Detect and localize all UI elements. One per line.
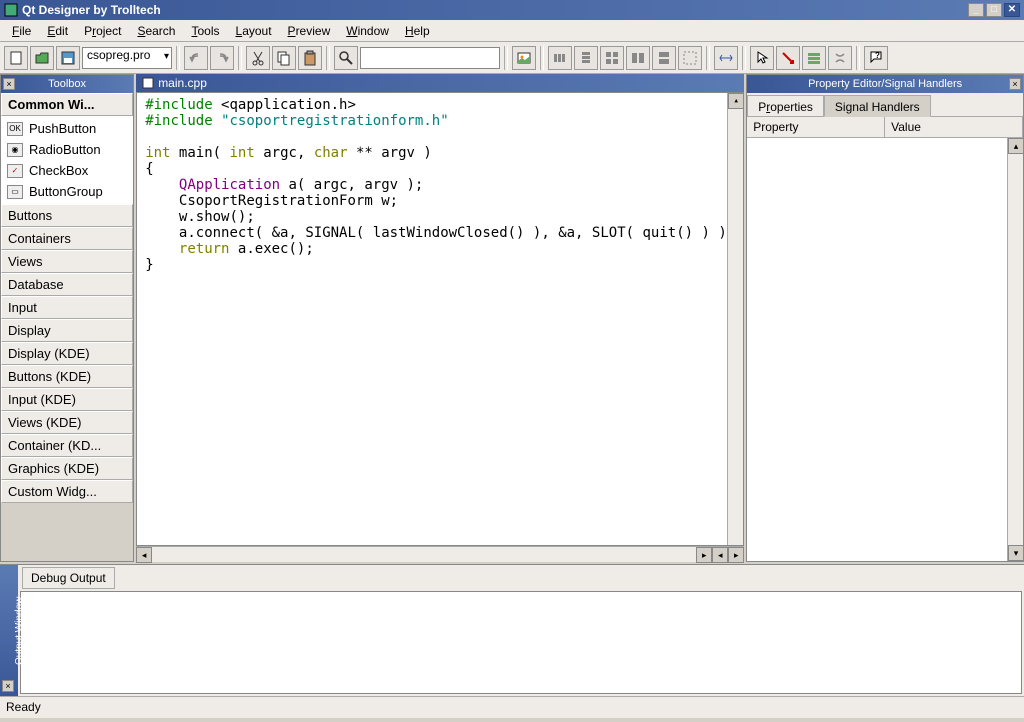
menu-file[interactable]: File [4, 22, 39, 40]
project-combo[interactable]: csopreg.pro [82, 47, 172, 69]
status-text: Ready [6, 700, 41, 714]
maximize-button[interactable]: □ [986, 3, 1002, 17]
toolbox-section-containers[interactable]: Containers [1, 227, 133, 250]
menu-help[interactable]: Help [397, 22, 438, 40]
toolbox-panel: × Toolbox Common Wi... OKPushButton ◉Rad… [0, 74, 134, 562]
property-col-value[interactable]: Value [885, 117, 1023, 137]
layout-v-icon[interactable] [574, 46, 598, 70]
toolbox-close-icon[interactable]: × [3, 78, 15, 90]
file-icon [142, 77, 154, 89]
toolbox-item-checkbox[interactable]: ✓CheckBox [3, 160, 131, 181]
output-side-title: × Output Window [0, 565, 18, 696]
close-button[interactable]: ✕ [1004, 3, 1020, 17]
output-close-icon[interactable]: × [2, 680, 14, 692]
window-titlebar: Qt Designer by Trolltech _ □ ✕ [0, 0, 1024, 20]
toolbox-section-display[interactable]: Display [1, 319, 133, 342]
toolbox-item-buttongroup[interactable]: ▭ButtonGroup [3, 181, 131, 202]
toolbox-items: OKPushButton ◉RadioButton ✓CheckBox ▭But… [1, 116, 133, 204]
toolbox-title: × Toolbox [1, 75, 133, 93]
property-header: Property Value [747, 117, 1023, 138]
tab-signal-handlers[interactable]: Signal Handlers [824, 95, 931, 117]
property-vscrollbar[interactable]: ▴ ▾ [1007, 138, 1023, 561]
toolbox-item-pushbutton[interactable]: OKPushButton [3, 118, 131, 139]
toolbox-section-display-kde[interactable]: Display (KDE) [1, 342, 133, 365]
menu-edit[interactable]: Edit [39, 22, 76, 40]
toolbox-section-common[interactable]: Common Wi... [1, 93, 133, 116]
menubar: File Edit Project Search Tools Layout Pr… [0, 20, 1024, 42]
toolbox-section-custom[interactable]: Custom Widg... [1, 480, 133, 503]
layout-h-icon[interactable] [548, 46, 572, 70]
toolbox-section-container-kde[interactable]: Container (KD... [1, 434, 133, 457]
menu-layout[interactable]: Layout [228, 22, 280, 40]
new-file-icon[interactable] [4, 46, 28, 70]
tab-properties[interactable]: Properties [747, 95, 824, 116]
toolbox-section-buttons[interactable]: Buttons [1, 204, 133, 227]
menu-window[interactable]: Window [338, 22, 397, 40]
property-title: Property Editor/Signal Handlers × [747, 75, 1023, 93]
editor-area: main.cpp #include <qapplication.h>#inclu… [136, 74, 744, 562]
code-editor[interactable]: #include <qapplication.h>#include "csopo… [136, 92, 744, 546]
layout-break-icon[interactable] [678, 46, 702, 70]
search-icon[interactable] [334, 46, 358, 70]
image-icon[interactable] [512, 46, 536, 70]
whatsthis-icon[interactable]: ? [864, 46, 888, 70]
property-body: ▴ ▾ [747, 138, 1023, 561]
layout-split-v-icon[interactable] [652, 46, 676, 70]
tab-order-icon[interactable] [802, 46, 826, 70]
paste-icon[interactable] [298, 46, 322, 70]
property-panel: Property Editor/Signal Handlers × Proper… [746, 74, 1024, 562]
toolbox-section-views[interactable]: Views [1, 250, 133, 273]
toolbox-section-graphics-kde[interactable]: Graphics (KDE) [1, 457, 133, 480]
search-input[interactable] [360, 47, 500, 69]
statusbar: Ready [0, 696, 1024, 718]
toolbar: csopreg.pro ? [0, 42, 1024, 74]
toolbox-item-radiobutton[interactable]: ◉RadioButton [3, 139, 131, 160]
app-icon [4, 3, 18, 17]
toolbox-section-buttons-kde[interactable]: Buttons (KDE) [1, 365, 133, 388]
menu-tools[interactable]: Tools [183, 22, 227, 40]
window-title: Qt Designer by Trolltech [22, 3, 966, 17]
output-body[interactable] [20, 591, 1022, 694]
spacer-icon[interactable] [714, 46, 738, 70]
svg-text:?: ? [875, 51, 880, 60]
buddy-icon[interactable] [828, 46, 852, 70]
undo-icon[interactable] [184, 46, 208, 70]
property-close-icon[interactable]: × [1009, 78, 1021, 90]
copy-icon[interactable] [272, 46, 296, 70]
main-area: × Toolbox Common Wi... OKPushButton ◉Rad… [0, 74, 1024, 562]
menu-search[interactable]: Search [129, 22, 183, 40]
toolbox-section-database[interactable]: Database [1, 273, 133, 296]
editor-vscrollbar[interactable]: ▴ [727, 93, 743, 545]
property-col-property[interactable]: Property [747, 117, 885, 137]
output-window: × Output Window Debug Output [0, 564, 1024, 696]
pointer-icon[interactable] [750, 46, 774, 70]
cut-icon[interactable] [246, 46, 270, 70]
save-file-icon[interactable] [56, 46, 80, 70]
minimize-button[interactable]: _ [968, 3, 984, 17]
toolbox-section-input[interactable]: Input [1, 296, 133, 319]
menu-project[interactable]: Project [76, 22, 129, 40]
output-tab-debug[interactable]: Debug Output [22, 567, 115, 589]
toolbox-section-input-kde[interactable]: Input (KDE) [1, 388, 133, 411]
toolbox-section-views-kde[interactable]: Views (KDE) [1, 411, 133, 434]
layout-grid-icon[interactable] [600, 46, 624, 70]
editor-tab[interactable]: main.cpp [136, 74, 744, 92]
menu-preview[interactable]: Preview [280, 22, 339, 40]
connect-signal-icon[interactable] [776, 46, 800, 70]
redo-icon[interactable] [210, 46, 234, 70]
editor-hscrollbar[interactable]: ◂ ▸ ◂ ▸ [136, 546, 744, 562]
property-tabs: Properties Signal Handlers [747, 93, 1023, 117]
open-file-icon[interactable] [30, 46, 54, 70]
layout-split-h-icon[interactable] [626, 46, 650, 70]
